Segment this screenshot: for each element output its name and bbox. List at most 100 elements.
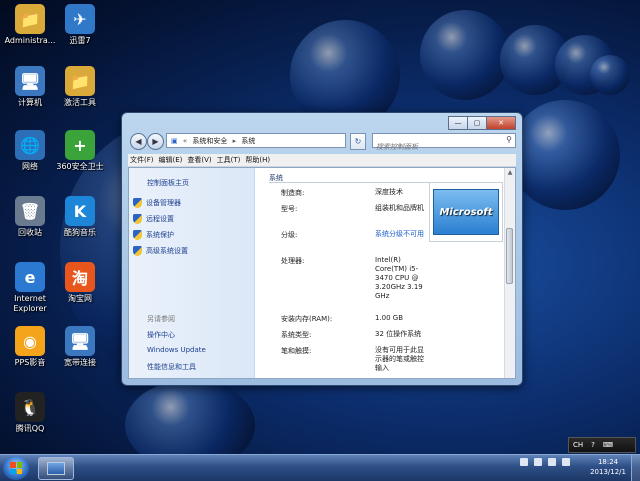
sidebar-item-advanced-settings[interactable]: 高级系统设置 <box>133 246 188 256</box>
value-model: 组装机和品牌机 <box>375 204 424 212</box>
desktop-app-icon: 📁 <box>65 66 95 96</box>
value-rating-link[interactable]: 系统分级不可用 <box>375 230 429 239</box>
address-bar[interactable]: ▣ « 系统和安全 ▸ 系统 <box>166 133 346 148</box>
oem-logo-frame: Microsoft <box>429 182 503 242</box>
desktop-icon[interactable]: 🖥 宽带连接 <box>52 326 108 368</box>
link-performance-info[interactable]: 性能信息和工具 <box>147 362 196 372</box>
desktop-icon[interactable]: 📁 激活工具 <box>52 66 108 108</box>
label-ram: 安装内存(RAM): <box>281 315 333 323</box>
desktop-icon[interactable]: 🖥 计算机 <box>2 66 58 108</box>
search-input[interactable] <box>373 140 499 154</box>
refresh-icon[interactable]: ↻ <box>350 133 366 150</box>
desktop-icon-label: PPS影音 <box>14 358 46 367</box>
help-icon[interactable]: ? <box>591 441 595 449</box>
tray-arrow-icon[interactable] <box>520 458 528 466</box>
menu-file[interactable]: 文件(F) <box>128 154 157 166</box>
vertical-scrollbar[interactable]: ▲ <box>504 168 515 378</box>
value-ram: 1.00 GB <box>375 314 404 322</box>
label-processor: 处理器: <box>281 257 305 265</box>
desktop-app-icon: 🖥 <box>15 66 45 96</box>
taskbar-app-system[interactable] <box>38 457 74 480</box>
clock[interactable]: 18:24 2013/12/1 <box>590 457 626 477</box>
link-action-center[interactable]: 操作中心 <box>147 330 175 340</box>
system-window[interactable]: — ▢ ✕ ◀ ▶ ▣ « 系统和安全 ▸ 系统 ↻ ⚲ 文件(F) 编辑(E)… <box>121 112 523 386</box>
show-desktop-button[interactable] <box>631 455 640 481</box>
label-pen-touch: 笔和触摸: <box>281 347 312 355</box>
language-bar[interactable]: CH ? ⌨ <box>568 437 636 453</box>
start-button[interactable] <box>3 456 29 480</box>
language-label: CH <box>573 441 584 449</box>
chevron-right-icon: ▸ <box>232 137 237 145</box>
menu-tools[interactable]: 工具(T) <box>215 154 244 166</box>
system-info-panel: 系统 制造商: 深度技术 型号: 组装机和品牌机 分级: 系统分级不可用 处理器… <box>255 168 505 378</box>
sidebar-item-label: 远程设置 <box>146 215 174 223</box>
desktop-app-icon: K <box>65 196 95 226</box>
desktop-app-icon: 🐧 <box>15 392 45 422</box>
desktop-icon[interactable]: ◉ PPS影音 <box>2 326 58 368</box>
desktop-icon-label: 激活工具 <box>64 98 96 107</box>
value-pen-touch: 没有可用于此显示器的笔或触控输入 <box>375 346 424 372</box>
value-manufacturer: 深度技术 <box>375 188 403 196</box>
desktop-app-icon: 📁 <box>15 4 45 34</box>
menu-bar: 文件(F) 编辑(E) 查看(V) 工具(T) 帮助(H) <box>128 154 516 167</box>
maximize-button[interactable]: ▢ <box>467 116 487 130</box>
sidebar-item-remote-settings[interactable]: 远程设置 <box>133 214 174 224</box>
desktop-icon[interactable]: 📁 Administra... <box>2 4 58 46</box>
minimize-button[interactable]: — <box>448 116 468 130</box>
search-box: ⚲ <box>372 133 516 154</box>
navigation-bar: ◀ ▶ ▣ « 系统和安全 ▸ 系统 ↻ ⚲ <box>128 132 516 154</box>
control-panel-home-link[interactable]: 控制面板主页 <box>147 178 189 188</box>
sidebar-item-label: 高级系统设置 <box>146 247 188 255</box>
breadcrumb-system[interactable]: 系统 <box>241 137 255 145</box>
desktop-app-icon: 🌐 <box>15 130 45 160</box>
monitor-icon <box>47 462 65 475</box>
sidebar: 控制面板主页 设备管理器 远程设置 系统保护 高级系统设置 另请参阅 操作中心 … <box>129 168 255 378</box>
desktop-icon-label: 腾讯QQ <box>15 424 45 433</box>
desktop-icon[interactable]: ✈ 迅雷7 <box>52 4 108 46</box>
desktop-icon[interactable]: e Internet Explorer <box>2 262 58 314</box>
scroll-up-icon[interactable]: ▲ <box>505 168 515 178</box>
sidebar-item-device-manager[interactable]: 设备管理器 <box>133 198 181 208</box>
desktop-app-icon: ◉ <box>15 326 45 356</box>
desktop-icon[interactable]: 🐧 腾讯QQ <box>2 392 58 434</box>
forward-button[interactable]: ▶ <box>147 133 164 150</box>
window-controls: — ▢ ✕ <box>448 116 516 130</box>
desktop-icon[interactable]: 淘淘宝网 <box>52 262 108 304</box>
windows-logo-icon <box>10 462 22 474</box>
shield-icon <box>133 230 142 240</box>
desktop-icon-label: Internet Explorer <box>13 294 47 313</box>
shield-icon <box>133 198 142 208</box>
desktop-icon-label: 酷狗音乐 <box>64 228 96 237</box>
back-button[interactable]: ◀ <box>130 133 147 150</box>
volume-icon[interactable] <box>562 458 570 466</box>
keyboard-icon[interactable]: ⌨ <box>603 441 613 449</box>
wallpaper-bubble <box>590 55 630 95</box>
desktop-app-icon: 🗑 <box>15 196 45 226</box>
desktop-icon-label: 淘宝网 <box>68 294 92 303</box>
scroll-thumb[interactable] <box>506 228 513 284</box>
label-system-type: 系统类型: <box>281 331 312 339</box>
desktop-icon[interactable]: 🌐 网络 <box>2 130 58 172</box>
menu-view[interactable]: 查看(V) <box>185 154 214 166</box>
desktop-app-icon: ✈ <box>65 4 95 34</box>
desktop-icon[interactable]: +360安全卫士 <box>52 130 108 172</box>
menu-edit[interactable]: 编辑(E) <box>157 154 186 166</box>
desktop-icon-label: 计算机 <box>18 98 42 107</box>
chevron-icon: « <box>182 137 188 145</box>
action-center-flag-icon[interactable] <box>534 458 542 466</box>
label-model: 型号: <box>281 205 298 213</box>
desktop-app-icon: e <box>15 262 45 292</box>
network-icon[interactable] <box>548 458 556 466</box>
breadcrumb-security[interactable]: 系统和安全 <box>192 137 227 145</box>
label-manufacturer: 制造商: <box>281 189 305 197</box>
link-windows-update[interactable]: Windows Update <box>147 346 206 354</box>
sidebar-item-system-protection[interactable]: 系统保护 <box>133 230 174 240</box>
close-button[interactable]: ✕ <box>486 116 516 130</box>
shield-icon <box>133 214 142 224</box>
desktop-app-icon: 🖥 <box>65 326 95 356</box>
search-icon[interactable]: ⚲ <box>506 135 512 144</box>
desktop-icon[interactable]: 🗑 回收站 <box>2 196 58 238</box>
desktop-icon[interactable]: K 酷狗音乐 <box>52 196 108 238</box>
menu-help[interactable]: 帮助(H) <box>243 154 273 166</box>
desktop-icon-label: 回收站 <box>18 228 42 237</box>
